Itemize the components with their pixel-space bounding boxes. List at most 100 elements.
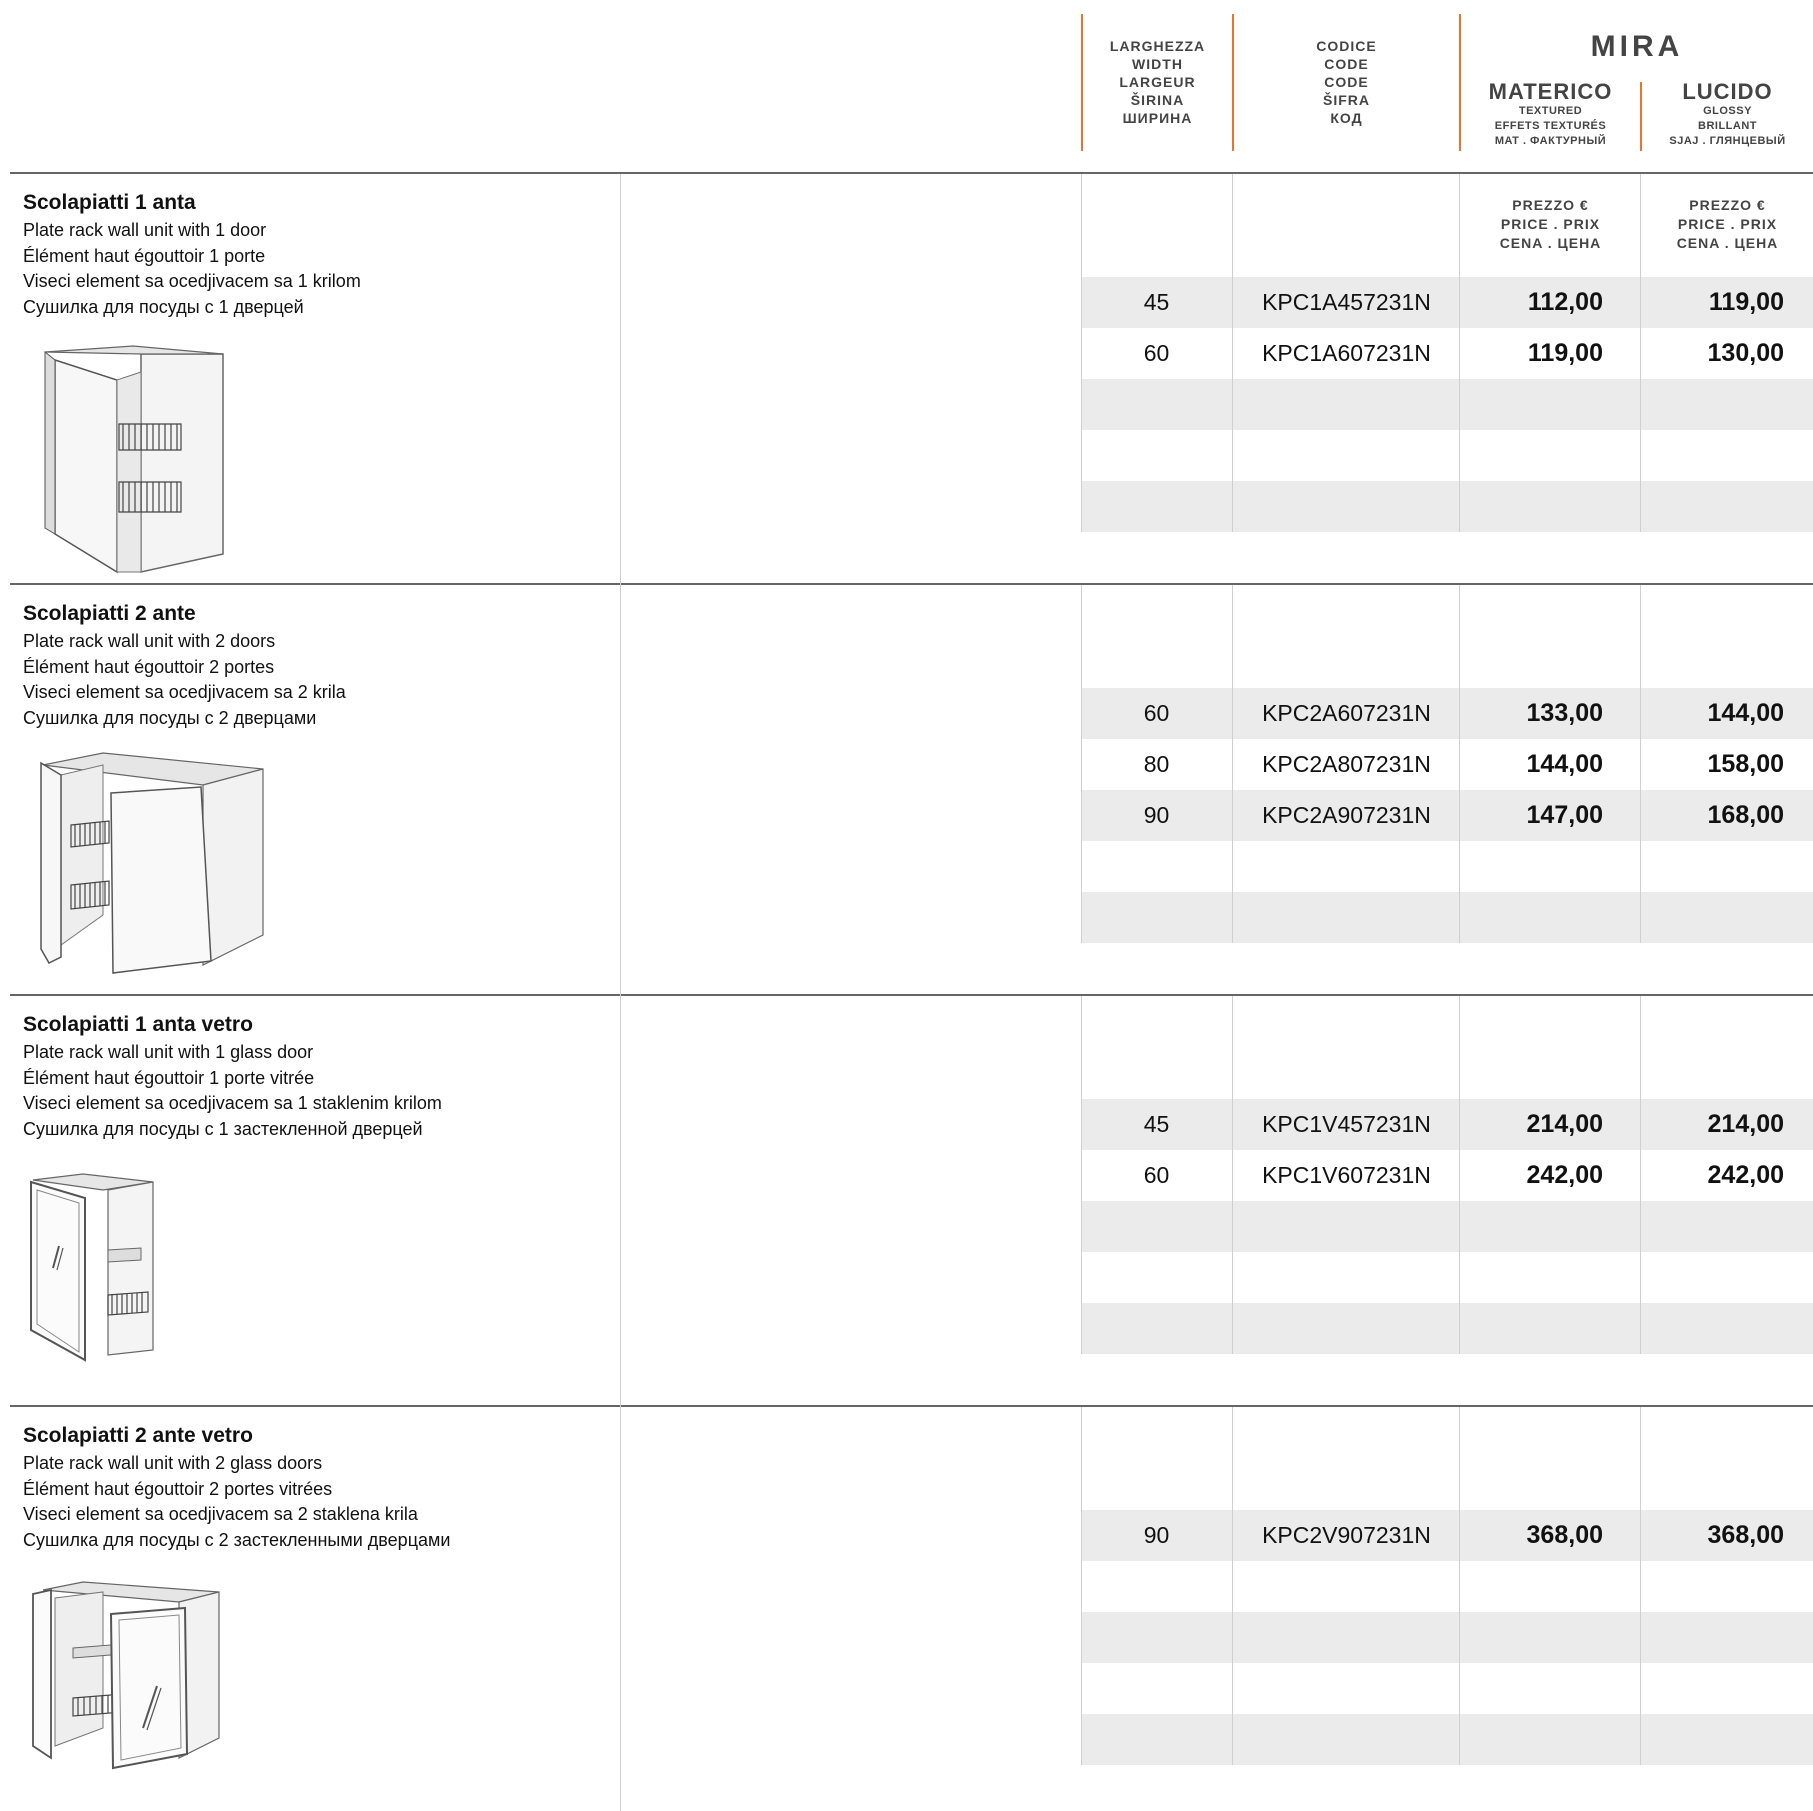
column-line (1459, 174, 1460, 532)
width-cell: 80 (1143, 751, 1170, 777)
price-label-line: CENA . ЦЕНА (1676, 235, 1779, 251)
product-description: Plate rack wall unit with 1 door Élément… (23, 218, 361, 320)
desc-en: Plate rack wall unit with 1 door (23, 220, 267, 240)
code-label-fr: CODE (1324, 74, 1369, 90)
desc-en: Plate rack wall unit with 2 glass doors (23, 1453, 323, 1473)
column-line (1459, 1407, 1460, 1765)
finish-lucido-sub: BRILLANT (1698, 120, 1757, 132)
desc-ru: Сушилка для посуды с 1 дверцей (23, 296, 304, 317)
row-band (1081, 1714, 1813, 1765)
section-separator (10, 1405, 1813, 1407)
column-line (1459, 996, 1460, 1354)
code-cell: KPC1A457231N (1262, 289, 1431, 315)
row-band (1081, 1303, 1813, 1354)
price-lucido-cell: 214,00 (1707, 1110, 1784, 1138)
finish-materico-sub: TEXTURED (1518, 105, 1583, 117)
code-label-sr: ŠIFRA (1323, 92, 1370, 108)
price-materico-cell: 133,00 (1526, 699, 1603, 727)
finish-lucido-sub: GLOSSY (1703, 105, 1752, 117)
section-separator (10, 172, 1813, 174)
desc-en: Plate rack wall unit with 1 glass door (23, 1042, 314, 1062)
section-separator (10, 583, 1813, 585)
width-label-sr: ŠIRINA (1130, 92, 1185, 108)
width-cell: 60 (1143, 340, 1170, 366)
finish-lucido-sub: SJAJ . ГЛЯНЦЕВЫЙ (1669, 135, 1786, 147)
plate-rack-1-door-illustration (23, 332, 263, 577)
width-label-ru: ШИРИНА (1122, 110, 1193, 126)
code-cell: KPC2A607231N (1262, 700, 1431, 726)
width-cell: 45 (1143, 289, 1170, 315)
price-lucido-cell: 158,00 (1707, 750, 1784, 778)
desc-fr: Élément haut égouttoir 2 portes vitrées (23, 1478, 333, 1499)
desc-fr: Élément haut égouttoir 1 porte vitrée (23, 1067, 315, 1088)
column-line (1081, 174, 1082, 532)
column-line (1232, 585, 1233, 943)
width-cell: 90 (1143, 802, 1170, 828)
price-materico-cell: 147,00 (1526, 801, 1603, 829)
width-label-fr: LARGEUR (1119, 74, 1196, 90)
price-materico-cell: 368,00 (1526, 1521, 1603, 1549)
row-band (1081, 481, 1813, 532)
width-cell: 90 (1143, 1522, 1170, 1548)
code-cell: KPC1A607231N (1262, 340, 1431, 366)
code-label-it: CODICE (1316, 38, 1377, 54)
product-title: Scolapiatti 2 ante vetro (23, 1424, 253, 1447)
column-line (1232, 174, 1233, 532)
section-separator (10, 994, 1813, 996)
desc-ru: Сушилка для посуды с 2 дверцами (23, 707, 317, 728)
plate-rack-1-glass-door-illustration (23, 1170, 223, 1370)
width-label-en: WIDTH (1132, 56, 1183, 72)
price-materico-cell: 119,00 (1527, 339, 1603, 367)
price-materico-cell: 112,00 (1527, 288, 1603, 316)
price-label-materico: PREZZO € PRICE . PRIX CENA . ЦЕНА (1461, 196, 1640, 253)
row-band (1081, 892, 1813, 943)
price-label-line: PREZZO € (1689, 197, 1766, 213)
column-line (1081, 1407, 1082, 1765)
column-line (1081, 585, 1082, 943)
price-label-line: PRICE . PRIX (1677, 216, 1778, 232)
column-line (1640, 174, 1641, 532)
desc-en: Plate rack wall unit with 2 doors (23, 631, 276, 651)
code-cell: KPC1V607231N (1262, 1162, 1431, 1188)
finish-materico-title: MATERICO (1488, 79, 1613, 104)
code-cell: KPC2A907231N (1262, 802, 1431, 828)
plate-rack-2-glass-doors-illustration (23, 1578, 253, 1778)
finish-lucido-title: LUCIDO (1682, 79, 1773, 104)
desc-ru: Сушилка для посуды с 2 застекленными две… (23, 1529, 451, 1550)
price-lucido-cell: 368,00 (1707, 1521, 1784, 1549)
column-line (1081, 996, 1082, 1354)
width-cell: 45 (1143, 1111, 1170, 1137)
code-cell: KPC2V907231N (1262, 1522, 1431, 1548)
product-title: Scolapiatti 1 anta vetro (23, 1013, 253, 1036)
row-band (1081, 1612, 1813, 1663)
collection-title: MIRA (1590, 30, 1684, 63)
product-title: Scolapiatti 2 ante (23, 602, 196, 625)
desc-sr: Viseci element sa ocedjivacem sa 1 krilo… (23, 271, 361, 292)
code-label-ru: КОД (1330, 110, 1363, 126)
code-column-header: CODICE CODE CODE ŠIFRA КОД (1234, 37, 1459, 127)
product-title: Scolapiatti 1 anta (23, 191, 196, 214)
price-label-lucido: PREZZO € PRICE . PRIX CENA . ЦЕНА (1642, 196, 1813, 253)
row-band (1081, 379, 1813, 430)
code-cell: KPC1V457231N (1262, 1111, 1431, 1137)
price-lucido-cell: 130,00 (1707, 339, 1784, 367)
finish-lucido-header: LUCIDO GLOSSY BRILLANT SJAJ . ГЛЯНЦЕВЫЙ (1642, 80, 1813, 149)
price-label-line: CENA . ЦЕНА (1499, 235, 1602, 251)
price-lucido-cell: 242,00 (1707, 1161, 1784, 1189)
column-line (1459, 585, 1460, 943)
desc-sr: Viseci element sa ocedjivacem sa 1 stakl… (23, 1093, 442, 1114)
column-line (1232, 1407, 1233, 1765)
finish-materico-sub: EFFETS TEXTURÉS (1494, 120, 1607, 132)
product-description: Plate rack wall unit with 2 glass doors … (23, 1451, 450, 1553)
price-lucido-cell: 119,00 (1708, 288, 1784, 316)
product-description: Plate rack wall unit with 1 glass door É… (23, 1040, 442, 1142)
price-label-line: PRICE . PRIX (1500, 216, 1601, 232)
desc-sr: Viseci element sa ocedjivacem sa 2 stakl… (23, 1504, 418, 1525)
code-label-en: CODE (1324, 56, 1369, 72)
column-line (1640, 996, 1641, 1354)
finish-materico-header: MATERICO TEXTURED EFFETS TEXTURÉS MAT . … (1461, 80, 1640, 149)
desc-ru: Сушилка для посуды с 1 застекленной двер… (23, 1118, 423, 1139)
column-line (1232, 996, 1233, 1354)
price-materico-cell: 214,00 (1526, 1110, 1603, 1138)
desc-fr: Élément haut égouttoir 1 porte (23, 245, 266, 266)
